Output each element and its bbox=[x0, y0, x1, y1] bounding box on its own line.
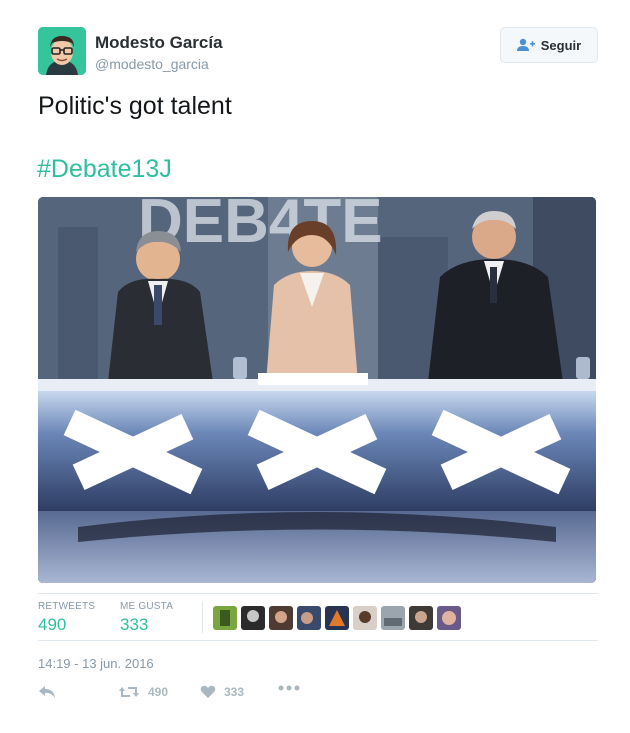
liker-avatar[interactable] bbox=[241, 606, 265, 630]
tweet-timestamp[interactable]: 14:19 - 13 jun. 2016 bbox=[38, 656, 154, 671]
liker-avatar[interactable] bbox=[213, 606, 237, 630]
user-name[interactable]: Modesto García bbox=[95, 33, 223, 53]
liker-avatar[interactable] bbox=[409, 606, 433, 630]
hashtag-link[interactable]: #Debate13J bbox=[37, 155, 172, 184]
likes-label: ME GUSTA bbox=[120, 601, 174, 612]
tweet-actions: 490 333 bbox=[38, 685, 338, 705]
retweet-icon bbox=[119, 687, 139, 697]
likes-count: 333 bbox=[120, 615, 149, 634]
more-icon bbox=[278, 685, 300, 691]
reply-button[interactable] bbox=[38, 685, 56, 699]
liker-avatar[interactable] bbox=[297, 606, 321, 630]
avatar-glasses-man-icon bbox=[38, 27, 86, 75]
retweet-button[interactable]: 490 bbox=[118, 685, 168, 699]
liker-avatar[interactable] bbox=[325, 606, 349, 630]
debate-photo-icon: DEB4TE bbox=[38, 197, 596, 583]
heart-icon bbox=[200, 685, 216, 698]
liker-avatar[interactable] bbox=[269, 606, 293, 630]
user-handle[interactable]: @modesto_garcia bbox=[95, 56, 209, 72]
tweet-text: Politic's got talent bbox=[38, 92, 232, 120]
tweet-media-image[interactable]: DEB4TE bbox=[38, 197, 596, 583]
like-count: 333 bbox=[224, 685, 245, 699]
liker-avatar[interactable] bbox=[437, 606, 461, 630]
avatar[interactable] bbox=[38, 27, 86, 75]
tweet-header: Modesto García @modesto_garcia Seguir bbox=[38, 27, 598, 77]
like-button[interactable]: 333 bbox=[200, 685, 244, 699]
follow-person-icon bbox=[516, 38, 535, 51]
retweets-stat[interactable]: RETWEETS 490 bbox=[38, 601, 95, 635]
more-button[interactable] bbox=[278, 685, 300, 691]
liker-avatars bbox=[213, 606, 461, 630]
reply-icon bbox=[39, 686, 55, 698]
stats-divider bbox=[202, 601, 203, 633]
follow-button[interactable]: Seguir bbox=[500, 27, 598, 63]
retweets-label: RETWEETS bbox=[38, 601, 96, 612]
tweet-stats: RETWEETS 490 ME GUSTA 333 bbox=[38, 593, 598, 641]
liker-avatar[interactable] bbox=[381, 606, 405, 630]
likes-stat[interactable]: ME GUSTA 333 bbox=[120, 601, 173, 635]
liker-avatar[interactable] bbox=[353, 606, 377, 630]
retweets-count: 490 bbox=[38, 615, 67, 634]
retweet-count: 490 bbox=[148, 685, 169, 699]
follow-button-label: Seguir bbox=[540, 37, 582, 53]
